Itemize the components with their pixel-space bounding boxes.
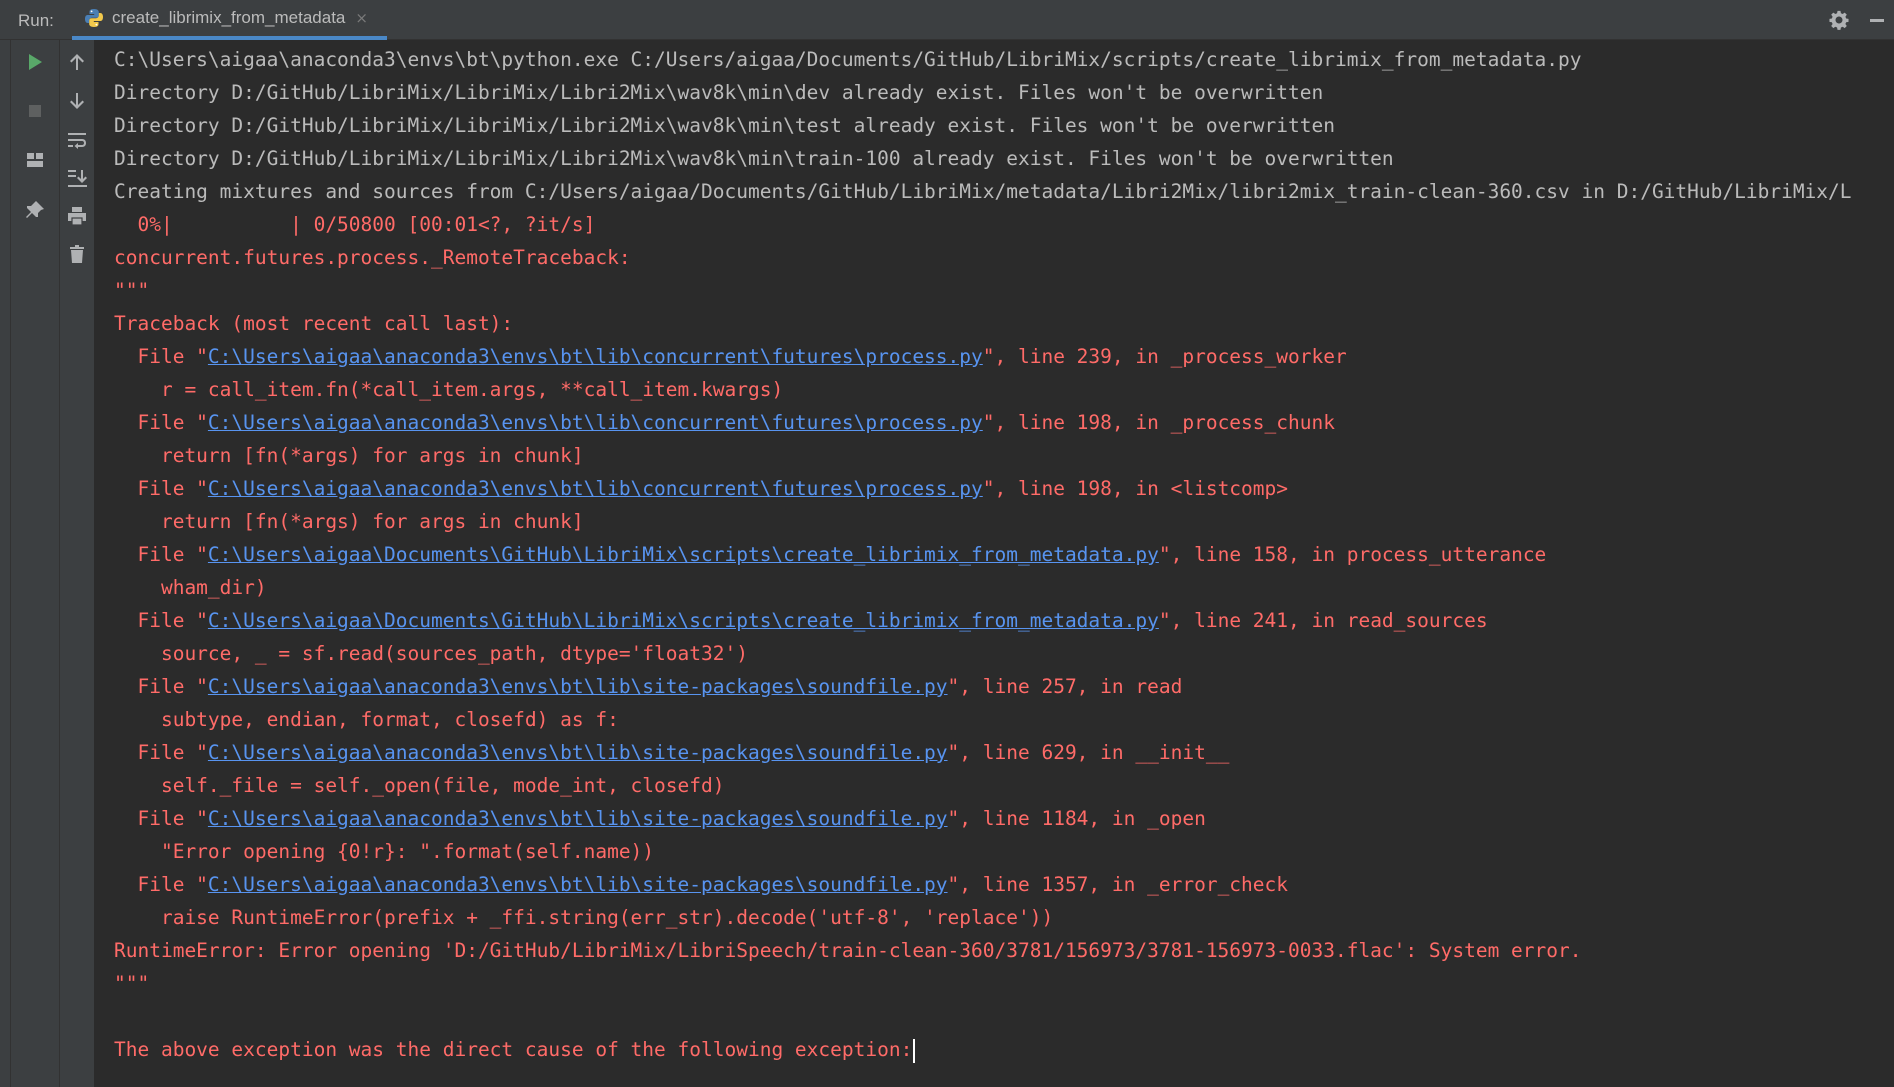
file-prefix: File " xyxy=(114,411,208,434)
traceback-file-line: File "C:\Users\aigaa\anaconda3\envs\bt\l… xyxy=(114,406,1894,439)
close-icon[interactable]: × xyxy=(355,9,368,27)
file-link[interactable]: C:\Users\aigaa\Documents\GitHub\LibriMix… xyxy=(208,609,1159,632)
console-output[interactable]: C:\Users\aigaa\anaconda3\envs\bt\python.… xyxy=(95,40,1894,1087)
scroll-to-end-button[interactable] xyxy=(63,164,91,192)
rerun-button[interactable] xyxy=(21,48,49,76)
stop-icon xyxy=(29,105,41,117)
traceback-code-line: subtype, endian, format, closefd) as f: xyxy=(114,708,619,731)
console-line: Directory D:/GitHub/LibriMix/LibriMix/Li… xyxy=(114,81,1324,104)
runtime-error-line: RuntimeError: Error opening 'D:/GitHub/L… xyxy=(114,939,1582,962)
python-icon xyxy=(85,9,103,27)
file-suffix: ", line 198, in _process_chunk xyxy=(982,411,1335,434)
next-occurrence-button[interactable] xyxy=(63,87,91,115)
file-suffix: ", line 158, in process_utterance xyxy=(1158,543,1547,566)
traceback-code-line: return [fn(*args) for args in chunk] xyxy=(114,444,584,467)
print-icon xyxy=(68,207,86,226)
run-toolbar xyxy=(11,40,60,1087)
file-prefix: File " xyxy=(114,807,208,830)
file-suffix: ", line 257, in read xyxy=(947,675,1183,698)
traceback-file-line: File "C:\Users\aigaa\anaconda3\envs\bt\l… xyxy=(114,340,1894,373)
run-tab-bar: Run: create_librimix_from_metadata × xyxy=(0,0,1894,40)
file-prefix: File " xyxy=(114,345,208,368)
traceback-file-line: File "C:\Users\aigaa\anaconda3\envs\bt\l… xyxy=(114,736,1894,769)
file-prefix: File " xyxy=(114,609,208,632)
layout-button[interactable] xyxy=(21,146,49,174)
text-caret xyxy=(913,1038,916,1063)
file-link[interactable]: C:\Users\aigaa\anaconda3\envs\bt\lib\con… xyxy=(208,411,983,434)
console-line: Traceback (most recent call last): xyxy=(114,312,514,335)
minimize-icon[interactable] xyxy=(1870,19,1884,22)
traceback-code-line: self._file = self._open(file, mode_int, … xyxy=(114,774,725,797)
exception-cause-text: The above exception was the direct cause… xyxy=(114,1038,913,1061)
file-link[interactable]: C:\Users\aigaa\anaconda3\envs\bt\lib\sit… xyxy=(208,741,948,764)
traceback-code-line: return [fn(*args) for args in chunk] xyxy=(114,510,584,533)
pin-icon xyxy=(26,201,44,218)
tab-create-librimix-from-metadata[interactable]: create_librimix_from_metadata × xyxy=(72,0,387,40)
file-link[interactable]: C:\Users\aigaa\Documents\GitHub\LibriMix… xyxy=(208,543,1159,566)
stop-button[interactable] xyxy=(21,97,49,125)
console-line: concurrent.futures.process._RemoteTraceb… xyxy=(114,246,631,269)
file-prefix: File " xyxy=(114,741,208,764)
file-link[interactable]: C:\Users\aigaa\anaconda3\envs\bt\lib\sit… xyxy=(208,675,948,698)
file-suffix: ", line 1357, in _error_check xyxy=(947,873,1289,896)
traceback-code-line: r = call_item.fn(*call_item.args, **call… xyxy=(114,378,784,401)
gear-icon[interactable] xyxy=(1828,9,1850,31)
traceback-file-line: File "C:\Users\aigaa\anaconda3\envs\bt\l… xyxy=(114,472,1894,505)
console-line: """ xyxy=(114,972,150,995)
run-label: Run: xyxy=(18,11,54,30)
traceback-file-line: File "C:\Users\aigaa\anaconda3\envs\bt\l… xyxy=(114,670,1894,703)
print-button[interactable] xyxy=(63,202,91,230)
arrow-up-icon xyxy=(70,54,84,70)
previous-occurrence-button[interactable] xyxy=(63,48,91,76)
file-link[interactable]: C:\Users\aigaa\anaconda3\envs\bt\lib\sit… xyxy=(208,873,948,896)
traceback-code-line: raise RuntimeError(prefix + _ffi.string(… xyxy=(114,906,1054,929)
file-suffix: ", line 629, in __init__ xyxy=(947,741,1230,764)
run-tool-window: Run: create_librimix_from_metadata × C:\… xyxy=(0,0,1894,1087)
arrow-down-icon xyxy=(70,93,84,109)
file-suffix: ", line 1184, in _open xyxy=(947,807,1206,830)
console-toolbar xyxy=(60,40,95,1087)
progress-line: 0%| | 0/50800 [00:01<?, ?it/s] xyxy=(114,213,596,236)
traceback-code-line: wham_dir) xyxy=(114,576,267,599)
traceback-file-line: File "C:\Users\aigaa\Documents\GitHub\Li… xyxy=(114,538,1894,571)
console-line: """ xyxy=(114,279,150,302)
clear-all-button[interactable] xyxy=(63,240,91,268)
file-link[interactable]: C:\Users\aigaa\anaconda3\envs\bt\lib\con… xyxy=(208,477,983,500)
layout-icon xyxy=(27,153,43,167)
traceback-code-line: "Error opening {0!r}: ".format(self.name… xyxy=(114,840,655,863)
traceback-code-line: source, _ = sf.read(sources_path, dtype=… xyxy=(114,642,748,665)
file-link[interactable]: C:\Users\aigaa\anaconda3\envs\bt\lib\con… xyxy=(208,345,983,368)
traceback-file-line: File "C:\Users\aigaa\Documents\GitHub\Li… xyxy=(114,604,1894,637)
file-prefix: File " xyxy=(114,477,208,500)
trash-icon xyxy=(70,245,84,263)
console-line-last: The above exception was the direct cause… xyxy=(114,1033,1894,1066)
traceback-file-line: File "C:\Users\aigaa\anaconda3\envs\bt\l… xyxy=(114,868,1894,901)
file-prefix: File " xyxy=(114,873,208,896)
file-suffix: ", line 239, in _process_worker xyxy=(982,345,1347,368)
file-prefix: File " xyxy=(114,675,208,698)
console-line: Directory D:/GitHub/LibriMix/LibriMix/Li… xyxy=(114,147,1394,170)
scroll-to-end-icon xyxy=(68,170,87,187)
pin-tab-button[interactable] xyxy=(21,196,49,224)
file-prefix: File " xyxy=(114,543,208,566)
soft-wrap-icon xyxy=(68,133,86,149)
tab-label: create_librimix_from_metadata xyxy=(112,8,346,27)
left-gutter xyxy=(0,40,11,1087)
console-line: C:\Users\aigaa\anaconda3\envs\bt\python.… xyxy=(114,48,1582,71)
run-icon xyxy=(29,54,42,70)
file-suffix: ", line 198, in <listcomp> xyxy=(982,477,1289,500)
file-link[interactable]: C:\Users\aigaa\anaconda3\envs\bt\lib\sit… xyxy=(208,807,948,830)
console-line: Directory D:/GitHub/LibriMix/LibriMix/Li… xyxy=(114,114,1335,137)
soft-wrap-button[interactable] xyxy=(63,126,91,154)
traceback-file-line: File "C:\Users\aigaa\anaconda3\envs\bt\l… xyxy=(114,802,1894,835)
file-suffix: ", line 241, in read_sources xyxy=(1158,609,1488,632)
console-line: Creating mixtures and sources from C:/Us… xyxy=(114,180,1852,203)
